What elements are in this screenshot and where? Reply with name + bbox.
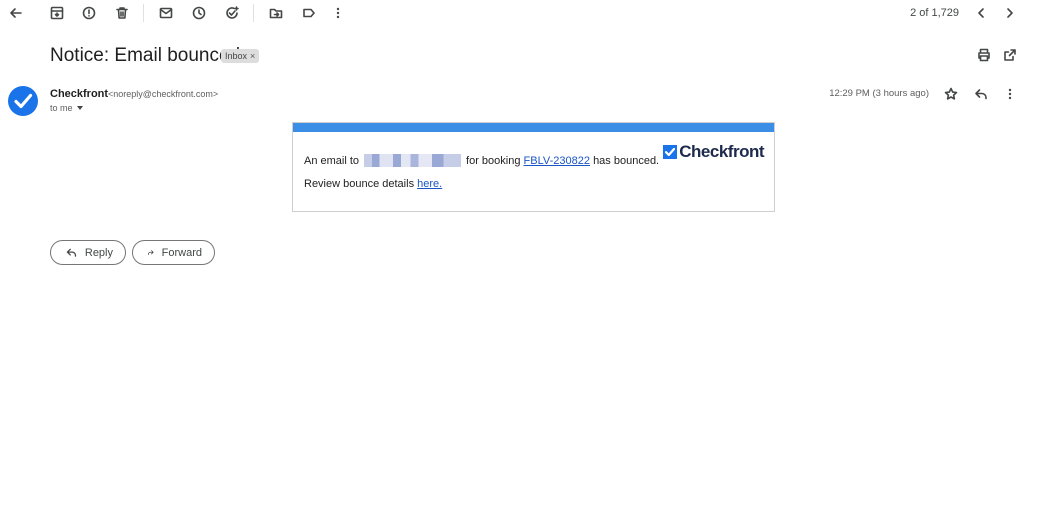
forward-icon <box>148 250 154 256</box>
chevron-left-icon[interactable] <box>971 3 991 23</box>
bounce-message: An email to for booking FBLV-230822 has … <box>304 154 659 167</box>
email-subject: Notice: Email bounced <box>50 45 241 66</box>
back-arrow-icon[interactable] <box>6 3 26 23</box>
delete-icon[interactable] <box>112 3 132 23</box>
sender-avatar <box>8 86 38 116</box>
remove-label-icon[interactable]: × <box>250 51 255 61</box>
line1-prefix: An email to <box>304 154 360 167</box>
more-vert-icon[interactable] <box>1000 84 1020 104</box>
mark-unread-icon[interactable] <box>156 3 176 23</box>
message-timestamp: 12:29 PM (3 hours ago) <box>829 88 929 99</box>
line1-suffix: has bounced. <box>593 154 660 167</box>
forward-button[interactable]: Forward <box>132 240 215 265</box>
toolbar-divider <box>143 4 144 22</box>
sender-name[interactable]: Checkfront <box>50 88 108 100</box>
more-vert-icon[interactable] <box>328 3 348 23</box>
review-details-line: Review bounce details here. <box>304 178 442 190</box>
message-counter: 2 of 1,729 <box>910 7 959 19</box>
line2-prefix: Review bounce details <box>304 178 415 190</box>
reply-label: Reply <box>84 246 113 259</box>
chevron-down-icon <box>76 106 83 110</box>
snooze-icon[interactable] <box>189 3 209 23</box>
inbox-label-chip: Inbox × <box>221 49 260 63</box>
reply-icon[interactable] <box>971 84 991 104</box>
redacted-email-address <box>364 154 462 167</box>
archive-icon[interactable] <box>47 3 67 23</box>
line1-mid: for booking <box>466 154 521 167</box>
print-icon[interactable] <box>974 45 994 65</box>
add-task-icon[interactable] <box>222 3 242 23</box>
booking-link[interactable]: FBLV-230822 <box>524 155 590 167</box>
bounce-details-link[interactable]: here. <box>417 178 442 190</box>
card-header-bar <box>293 123 774 132</box>
toolbar-divider <box>253 4 254 22</box>
forward-label: Forward <box>161 246 202 259</box>
star-icon[interactable] <box>941 84 961 104</box>
open-in-new-window-icon[interactable] <box>1000 45 1020 65</box>
checkfront-logo: Checkfront <box>663 142 764 162</box>
recipient-details-toggle[interactable]: to me <box>50 103 83 113</box>
reply-icon <box>66 248 77 257</box>
sender-email: <noreply@checkfront.com> <box>108 89 219 99</box>
report-spam-icon[interactable] <box>79 3 99 23</box>
label-icon[interactable] <box>299 3 319 23</box>
brand-name: Checkfront <box>679 142 764 161</box>
reply-button[interactable]: Reply <box>50 240 126 265</box>
move-to-icon[interactable] <box>266 3 286 23</box>
email-body-card: An email to for booking FBLV-230822 has … <box>292 122 775 212</box>
checkbox-logo-icon <box>663 145 678 159</box>
label-text: Inbox <box>225 51 248 61</box>
recipient-text: to me <box>50 103 73 113</box>
chevron-right-icon[interactable] <box>1000 3 1020 23</box>
checkmark-icon <box>14 93 33 109</box>
